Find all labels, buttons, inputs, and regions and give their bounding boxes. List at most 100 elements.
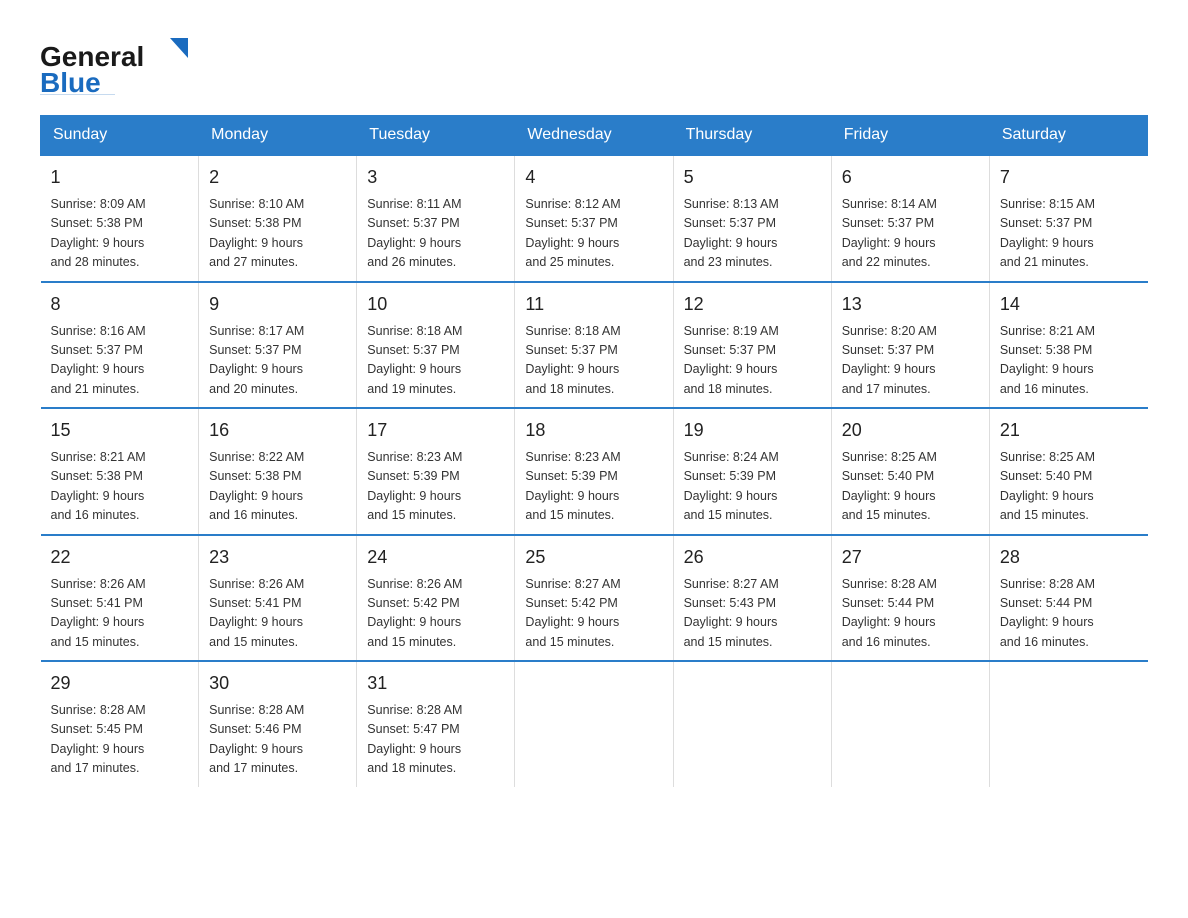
- day-info: Sunrise: 8:24 AMSunset: 5:39 PMDaylight:…: [684, 448, 821, 526]
- calendar-cell: [515, 661, 673, 787]
- day-number: 8: [51, 291, 189, 318]
- day-info: Sunrise: 8:28 AMSunset: 5:46 PMDaylight:…: [209, 701, 346, 779]
- calendar-cell: 30 Sunrise: 8:28 AMSunset: 5:46 PMDayligh…: [199, 661, 357, 787]
- day-number: 28: [1000, 544, 1138, 571]
- day-number: 21: [1000, 417, 1138, 444]
- calendar-cell: 9 Sunrise: 8:17 AMSunset: 5:37 PMDaylight…: [199, 282, 357, 409]
- calendar-cell: 13 Sunrise: 8:20 AMSunset: 5:37 PMDayligh…: [831, 282, 989, 409]
- calendar-cell: 22 Sunrise: 8:26 AMSunset: 5:41 PMDayligh…: [41, 535, 199, 662]
- day-number: 16: [209, 417, 346, 444]
- calendar-week-5: 29Sunrise: 8:28 AMSunset: 5:45 PMDayligh…: [41, 661, 1148, 787]
- calendar-cell: [989, 661, 1147, 787]
- day-number: 26: [684, 544, 821, 571]
- calendar-cell: 27Sunrise: 8:28 AMSunset: 5:44 PMDayligh…: [831, 535, 989, 662]
- day-info: Sunrise: 8:16 AMSunset: 5:37 PMDaylight:…: [51, 322, 189, 400]
- weekday-header-monday: Monday: [199, 116, 357, 156]
- calendar-week-1: 1Sunrise: 8:09 AMSunset: 5:38 PMDaylight…: [41, 155, 1148, 282]
- calendar-cell: 2Sunrise: 8:10 AMSunset: 5:38 PMDaylight…: [199, 155, 357, 282]
- day-info: Sunrise: 8:22 AMSunset: 5:38 PMDaylight:…: [209, 448, 346, 526]
- logo: General Blue: [40, 30, 195, 95]
- day-number: 9: [209, 291, 346, 318]
- day-number: 30: [209, 670, 346, 697]
- day-number: 12: [684, 291, 821, 318]
- day-number: 4: [525, 164, 662, 191]
- day-number: 7: [1000, 164, 1138, 191]
- weekday-header-wednesday: Wednesday: [515, 116, 673, 156]
- calendar-cell: 12 Sunrise: 8:19 AMSunset: 5:37 PMDayligh…: [673, 282, 831, 409]
- calendar-cell: 23 Sunrise: 8:26 AMSunset: 5:41 PMDayligh…: [199, 535, 357, 662]
- day-info: Sunrise: 8:28 AMSunset: 5:47 PMDaylight:…: [367, 701, 504, 779]
- day-number: 5: [684, 164, 821, 191]
- calendar-cell: 3 Sunrise: 8:11 AMSunset: 5:37 PMDaylight…: [357, 155, 515, 282]
- day-info: Sunrise: 8:11 AMSunset: 5:37 PMDaylight:…: [367, 195, 504, 273]
- day-info: Sunrise: 8:21 AMSunset: 5:38 PMDaylight:…: [1000, 322, 1138, 400]
- calendar-cell: 31Sunrise: 8:28 AMSunset: 5:47 PMDayligh…: [357, 661, 515, 787]
- calendar-cell: 28 Sunrise: 8:28 AMSunset: 5:44 PMDayligh…: [989, 535, 1147, 662]
- page-header: General Blue: [40, 30, 1148, 95]
- calendar-cell: [831, 661, 989, 787]
- day-info: Sunrise: 8:15 AMSunset: 5:37 PMDaylight:…: [1000, 195, 1138, 273]
- day-number: 14: [1000, 291, 1138, 318]
- day-info: Sunrise: 8:18 AMSunset: 5:37 PMDaylight:…: [367, 322, 504, 400]
- day-info: Sunrise: 8:18 AMSunset: 5:37 PMDaylight:…: [525, 322, 662, 400]
- day-info: Sunrise: 8:26 AMSunset: 5:42 PMDaylight:…: [367, 575, 504, 653]
- day-info: Sunrise: 8:28 AMSunset: 5:44 PMDaylight:…: [842, 575, 979, 653]
- day-info: Sunrise: 8:19 AMSunset: 5:37 PMDaylight:…: [684, 322, 821, 400]
- calendar-cell: 14 Sunrise: 8:21 AMSunset: 5:38 PMDayligh…: [989, 282, 1147, 409]
- day-info: Sunrise: 8:12 AMSunset: 5:37 PMDaylight:…: [525, 195, 662, 273]
- calendar-cell: 7 Sunrise: 8:15 AMSunset: 5:37 PMDaylight…: [989, 155, 1147, 282]
- day-number: 11: [525, 291, 662, 318]
- day-number: 10: [367, 291, 504, 318]
- day-info: Sunrise: 8:23 AMSunset: 5:39 PMDaylight:…: [367, 448, 504, 526]
- calendar-cell: 21 Sunrise: 8:25 AMSunset: 5:40 PMDayligh…: [989, 408, 1147, 535]
- day-info: Sunrise: 8:13 AMSunset: 5:37 PMDaylight:…: [684, 195, 821, 273]
- weekday-header-thursday: Thursday: [673, 116, 831, 156]
- day-number: 22: [51, 544, 189, 571]
- calendar-week-2: 8 Sunrise: 8:16 AMSunset: 5:37 PMDaylight…: [41, 282, 1148, 409]
- calendar-cell: 18Sunrise: 8:23 AMSunset: 5:39 PMDayligh…: [515, 408, 673, 535]
- day-info: Sunrise: 8:28 AMSunset: 5:45 PMDaylight:…: [51, 701, 189, 779]
- day-number: 20: [842, 417, 979, 444]
- day-number: 19: [684, 417, 821, 444]
- day-info: Sunrise: 8:27 AMSunset: 5:42 PMDaylight:…: [525, 575, 662, 653]
- calendar-week-3: 15 Sunrise: 8:21 AMSunset: 5:38 PMDayligh…: [41, 408, 1148, 535]
- calendar-cell: 1Sunrise: 8:09 AMSunset: 5:38 PMDaylight…: [41, 155, 199, 282]
- day-info: Sunrise: 8:27 AMSunset: 5:43 PMDaylight:…: [684, 575, 821, 653]
- day-number: 3: [367, 164, 504, 191]
- calendar-cell: 16 Sunrise: 8:22 AMSunset: 5:38 PMDayligh…: [199, 408, 357, 535]
- day-number: 23: [209, 544, 346, 571]
- calendar-cell: 5 Sunrise: 8:13 AMSunset: 5:37 PMDaylight…: [673, 155, 831, 282]
- day-info: Sunrise: 8:28 AMSunset: 5:44 PMDaylight:…: [1000, 575, 1138, 653]
- weekday-header-sunday: Sunday: [41, 116, 199, 156]
- day-number: 15: [51, 417, 189, 444]
- day-info: Sunrise: 8:26 AMSunset: 5:41 PMDaylight:…: [209, 575, 346, 653]
- calendar-cell: 10 Sunrise: 8:18 AMSunset: 5:37 PMDayligh…: [357, 282, 515, 409]
- calendar-cell: 6Sunrise: 8:14 AMSunset: 5:37 PMDaylight…: [831, 155, 989, 282]
- day-number: 17: [367, 417, 504, 444]
- day-info: Sunrise: 8:20 AMSunset: 5:37 PMDaylight:…: [842, 322, 979, 400]
- calendar-cell: [673, 661, 831, 787]
- calendar-cell: 20 Sunrise: 8:25 AMSunset: 5:40 PMDayligh…: [831, 408, 989, 535]
- day-info: Sunrise: 8:25 AMSunset: 5:40 PMDaylight:…: [1000, 448, 1138, 526]
- logo-svg: General Blue: [40, 30, 195, 95]
- calendar-cell: 4 Sunrise: 8:12 AMSunset: 5:37 PMDaylight…: [515, 155, 673, 282]
- calendar-cell: 26 Sunrise: 8:27 AMSunset: 5:43 PMDayligh…: [673, 535, 831, 662]
- day-info: Sunrise: 8:21 AMSunset: 5:38 PMDaylight:…: [51, 448, 189, 526]
- day-number: 1: [51, 164, 189, 191]
- calendar-cell: 29Sunrise: 8:28 AMSunset: 5:45 PMDayligh…: [41, 661, 199, 787]
- weekday-header-friday: Friday: [831, 116, 989, 156]
- day-number: 13: [842, 291, 979, 318]
- calendar-week-4: 22 Sunrise: 8:26 AMSunset: 5:41 PMDayligh…: [41, 535, 1148, 662]
- day-info: Sunrise: 8:25 AMSunset: 5:40 PMDaylight:…: [842, 448, 979, 526]
- weekday-header-saturday: Saturday: [989, 116, 1147, 156]
- calendar-cell: 19 Sunrise: 8:24 AMSunset: 5:39 PMDayligh…: [673, 408, 831, 535]
- calendar-cell: 25 Sunrise: 8:27 AMSunset: 5:42 PMDayligh…: [515, 535, 673, 662]
- weekday-header-row: SundayMondayTuesdayWednesdayThursdayFrid…: [41, 116, 1148, 156]
- day-info: Sunrise: 8:17 AMSunset: 5:37 PMDaylight:…: [209, 322, 346, 400]
- day-info: Sunrise: 8:26 AMSunset: 5:41 PMDaylight:…: [51, 575, 189, 653]
- weekday-header-tuesday: Tuesday: [357, 116, 515, 156]
- day-number: 6: [842, 164, 979, 191]
- day-number: 2: [209, 164, 346, 191]
- day-number: 25: [525, 544, 662, 571]
- calendar-cell: 11 Sunrise: 8:18 AMSunset: 5:37 PMDayligh…: [515, 282, 673, 409]
